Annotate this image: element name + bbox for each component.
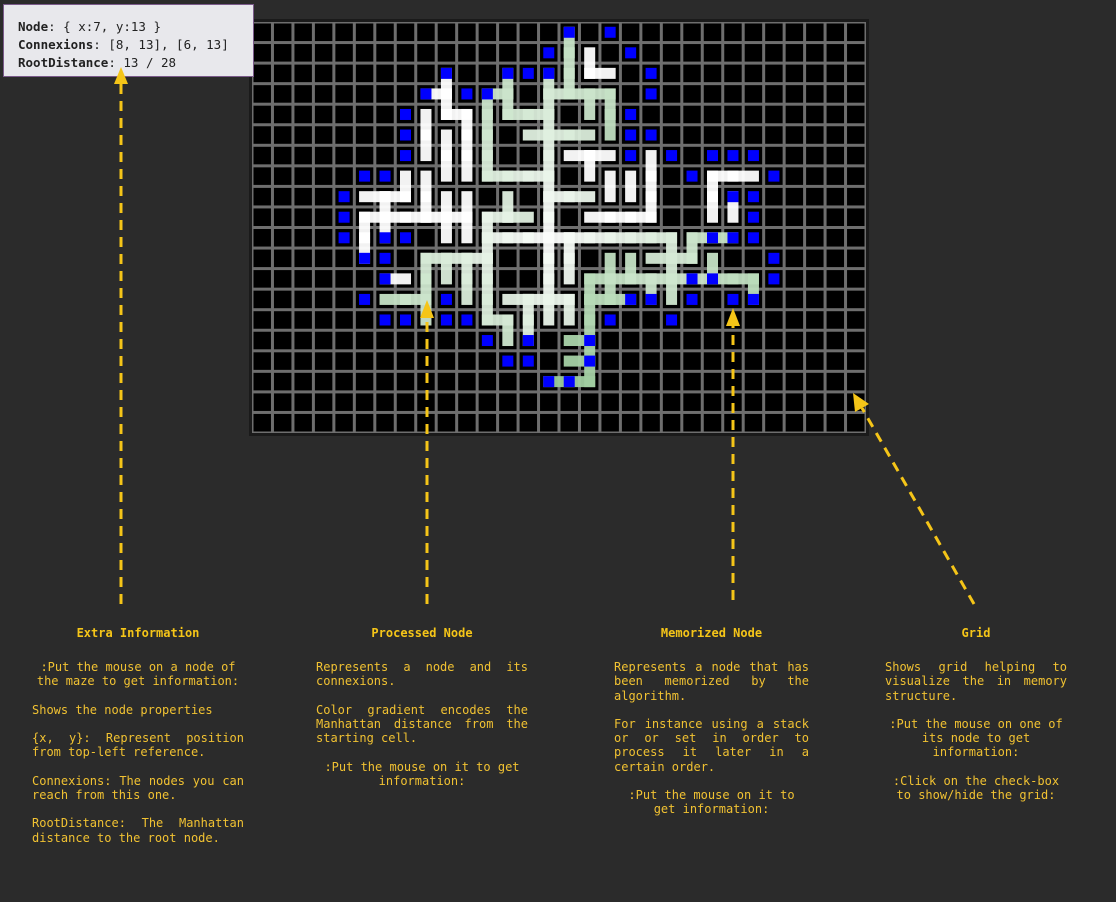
- panel-paragraph: :Put the mouse on one of its node to get…: [889, 717, 1063, 760]
- panel-title: Processed Node: [371, 626, 473, 640]
- arrow-memorized-node-head: [726, 308, 740, 326]
- panel-paragraph: Shows grid helping to visualize the in m…: [885, 660, 1067, 703]
- panel-title: Extra Information: [76, 626, 200, 640]
- panel-paragraph: Represents a node that has been memorize…: [614, 660, 809, 703]
- panel-memorized-node: Memorized Node Represents a node that ha…: [614, 626, 809, 831]
- arrow-processed-node-head: [420, 300, 434, 318]
- panel-extra-information: Extra Information :Put the mouse on a no…: [32, 626, 244, 859]
- panel-grid: Grid Shows grid helping to visualize the…: [885, 626, 1067, 816]
- panel-paragraph: {x, y}: Represent position from top-left…: [32, 731, 244, 760]
- panel-paragraph: Shows the node properties: [32, 702, 213, 717]
- panel-paragraph: Color gradient encodes the Manhattan dis…: [316, 702, 528, 746]
- panel-paragraph: :Put the mouse on a node of the maze to …: [36, 660, 240, 689]
- arrow-extra-info-head: [114, 67, 128, 84]
- panel-title: Memorized Node: [660, 626, 763, 640]
- panel-title: Grid: [961, 626, 991, 640]
- panel-paragraph: Connexions: The nodes you can reach from…: [32, 773, 244, 802]
- panel-paragraph: :Put the mouse on it to get information:: [324, 759, 520, 788]
- panel-paragraph: RootDistance: The Manhattan distance to …: [32, 816, 244, 845]
- arrow-grid-line: [860, 407, 976, 605]
- panel-paragraph: For instance using a stack or or set in …: [614, 717, 809, 774]
- panel-paragraph: :Click on the check-box to show/hide the…: [892, 773, 1060, 802]
- panel-processed-node: Processed Node Represents a node and its…: [316, 626, 528, 802]
- panel-paragraph: :Put the mouse on it to get information:: [628, 788, 795, 817]
- panel-paragraph: Represents a node and its connexions.: [316, 660, 528, 689]
